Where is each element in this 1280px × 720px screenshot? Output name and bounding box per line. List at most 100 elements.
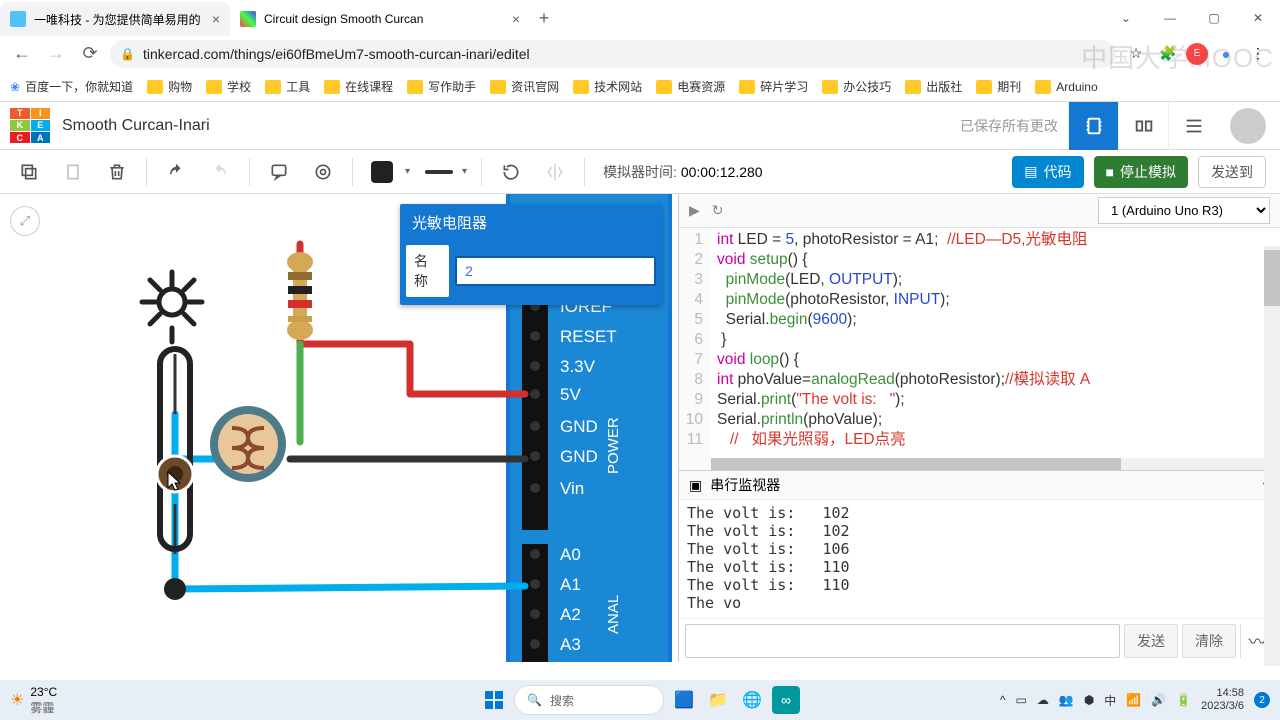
svg-text:5V: 5V <box>560 385 581 404</box>
wire-color-picker[interactable] <box>367 157 397 187</box>
tab-inactive[interactable]: 一唯科技 - 为您提供简单易用的 × <box>0 2 230 36</box>
run-icon[interactable]: ▶ <box>689 202 700 219</box>
code-editor[interactable]: 1234567891011 int LED = 5, photoResistor… <box>679 228 1280 470</box>
bookmark-item[interactable]: 购物 <box>147 78 192 95</box>
star-icon[interactable]: ☆ <box>1122 40 1150 68</box>
bookmark-item[interactable]: 资讯官网 <box>490 78 559 95</box>
weather-widget[interactable]: ☀ 23°C雾霾 <box>10 685 57 716</box>
bookmark-item[interactable]: 在线课程 <box>324 78 393 95</box>
extension-icon[interactable]: E <box>1186 43 1208 65</box>
menu-icon[interactable]: ⋮ <box>1244 40 1272 68</box>
bookmark-item[interactable]: 学校 <box>206 78 251 95</box>
serial-clear-button[interactable]: 清除 <box>1182 624 1236 658</box>
project-title[interactable]: Smooth Curcan-Inari <box>62 117 210 135</box>
horizontal-scrollbar[interactable] <box>711 458 1280 470</box>
tab-title: 一唯科技 - 为您提供简单易用的 <box>34 11 201 28</box>
save-status: 已保存所有更改 <box>960 116 1058 136</box>
bookmark-item[interactable]: 技术网站 <box>573 78 642 95</box>
view-circuit-button[interactable] <box>1068 102 1118 150</box>
volume-icon[interactable]: 🔊 <box>1151 693 1166 707</box>
ime-indicator[interactable]: 中 <box>1104 692 1116 709</box>
bookmark-item[interactable]: 碎片学习 <box>739 78 808 95</box>
tray-chevron-icon[interactable]: ^ <box>1000 693 1006 707</box>
onedrive-icon[interactable]: ☁ <box>1037 693 1049 707</box>
taskbar-app[interactable]: 🟦 <box>670 686 698 714</box>
popup-name-label: 名称 <box>406 245 449 297</box>
bookmark-item[interactable]: 出版社 <box>905 78 962 95</box>
avatar[interactable] <box>1230 108 1266 144</box>
browser-titlebar: 一唯科技 - 为您提供简单易用的 × Circuit design Smooth… <box>0 0 1280 36</box>
bookmark-item[interactable]: ❀百度一下，你就知道 <box>10 78 133 95</box>
extension-icon[interactable]: 🧩 <box>1154 40 1182 68</box>
close-icon[interactable]: ✕ <box>1236 4 1280 32</box>
undo-button[interactable] <box>161 157 191 187</box>
new-tab-button[interactable]: + <box>530 8 558 29</box>
chrome-icon[interactable]: 🌐 <box>738 686 766 714</box>
serial-send-button[interactable]: 发送 <box>1124 624 1178 658</box>
serial-output: The volt is: 102 The volt is: 102 The vo… <box>679 500 1280 618</box>
wifi-icon[interactable]: 📶 <box>1126 693 1141 707</box>
send-to-button[interactable]: 发送到 <box>1198 156 1266 188</box>
wire-style-picker[interactable] <box>424 157 454 187</box>
delete-button[interactable] <box>102 157 132 187</box>
tab-active[interactable]: Circuit design Smooth Curcan × <box>230 2 530 36</box>
sun-icon: ☀ <box>10 690 24 710</box>
arduino-icon[interactable]: ∞ <box>772 686 800 714</box>
board-selector[interactable]: 1 (Arduino Uno R3) <box>1098 197 1270 224</box>
code-button[interactable]: ▤代码 <box>1012 156 1083 188</box>
code-panel: ▶ ↻ 1 (Arduino Uno R3) 1234567891011 int… <box>678 194 1280 662</box>
debug-icon[interactable]: ↻ <box>712 202 724 219</box>
bookmark-item[interactable]: 电赛资源 <box>656 78 725 95</box>
stop-sim-button[interactable]: ■停止模拟 <box>1094 156 1188 188</box>
taskbar-clock[interactable]: 14:582023/3/6 <box>1201 687 1244 713</box>
svg-text:ANAL: ANAL <box>605 595 622 634</box>
sim-time-label: 模拟器时间: 00:00:12.280 <box>603 162 763 182</box>
bookmark-item[interactable]: 写作助手 <box>407 78 476 95</box>
popup-name-input[interactable] <box>455 256 656 286</box>
notification-badge[interactable]: 2 <box>1254 692 1270 708</box>
svg-text:Vin: Vin <box>560 479 584 498</box>
start-button[interactable] <box>480 686 508 714</box>
rotate-button[interactable] <box>496 157 526 187</box>
svg-text:A3: A3 <box>560 635 581 654</box>
zoom-fit-button[interactable]: ⤢ <box>10 206 40 236</box>
battery-icon[interactable]: 🔋 <box>1176 693 1191 707</box>
view-toggle-button[interactable] <box>308 157 338 187</box>
profile-icon[interactable]: ● <box>1212 40 1240 68</box>
stop-icon: ■ <box>1106 164 1114 180</box>
bookmark-item[interactable]: 期刊 <box>976 78 1021 95</box>
annotate-button[interactable] <box>264 157 294 187</box>
view-schematic-button[interactable] <box>1118 102 1168 150</box>
url-input[interactable]: 🔒 tinkercad.com/things/ei60fBmeUm7-smoot… <box>110 40 1116 68</box>
chevron-down-icon[interactable]: ▾ <box>405 166 410 177</box>
bookmark-item[interactable]: Arduino <box>1035 80 1097 94</box>
reload-button[interactable]: ⟳ <box>76 40 104 68</box>
serial-monitor-header[interactable]: ▣ 串行监视器 ▾ <box>679 470 1280 500</box>
svg-text:GND: GND <box>560 417 598 436</box>
maximize-icon[interactable]: ▢ <box>1192 4 1236 32</box>
bookmark-item[interactable]: 工具 <box>265 78 310 95</box>
tray-icon[interactable]: 👥 <box>1059 693 1074 707</box>
copy-button[interactable] <box>14 157 44 187</box>
url-text: tinkercad.com/things/ei60fBmeUm7-smooth-… <box>143 46 530 62</box>
back-button[interactable]: ← <box>8 40 36 68</box>
taskbar-search[interactable]: 🔍搜索 <box>514 685 664 715</box>
bookmarks-bar: ❀百度一下，你就知道 购物 学校 工具 在线课程 写作助手 资讯官网 技术网站 … <box>0 72 1280 102</box>
lock-icon: 🔒 <box>120 47 135 61</box>
redo-button <box>205 157 235 187</box>
tinkercad-logo[interactable]: TI KE CA <box>10 108 50 144</box>
circuit-canvas[interactable]: ⤢ IOREF RESET 3.3V 5V GND GND Vin A0 A1 … <box>0 194 678 662</box>
close-icon[interactable]: × <box>512 11 520 27</box>
serial-input[interactable] <box>685 624 1120 658</box>
minimize-icon[interactable]: — <box>1148 4 1192 32</box>
chevron-down-icon[interactable]: ⌄ <box>1104 4 1148 32</box>
tray-icon[interactable]: ▭ <box>1016 693 1027 707</box>
chevron-down-icon[interactable]: ▾ <box>462 166 467 177</box>
vertical-scrollbar[interactable] <box>1264 246 1280 666</box>
bookmark-item[interactable]: 办公技巧 <box>822 78 891 95</box>
mirror-button[interactable] <box>540 157 570 187</box>
close-icon[interactable]: × <box>212 11 220 27</box>
file-explorer-icon[interactable]: 📁 <box>704 686 732 714</box>
tray-icon[interactable]: ⬢ <box>1084 693 1094 707</box>
view-list-button[interactable] <box>1168 102 1218 150</box>
